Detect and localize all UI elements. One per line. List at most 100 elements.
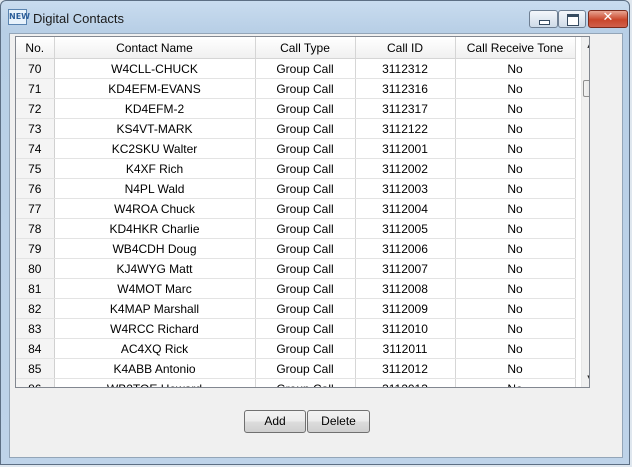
column-header-no[interactable]: No.: [16, 37, 55, 59]
title-bar[interactable]: NEW Digital Contacts ✕: [1, 1, 629, 33]
cell-contact-name[interactable]: KD4EFM-EVANS: [54, 78, 256, 99]
cell-call-id[interactable]: 3112008: [355, 278, 456, 299]
cell-call-type[interactable]: Group Call: [255, 378, 356, 387]
cell-contact-name[interactable]: W4MOT Marc: [54, 278, 256, 299]
table-row[interactable]: 73 KS4VT-MARK Group Call 3112122 No: [16, 118, 576, 139]
cell-call-id[interactable]: 3112004: [355, 198, 456, 219]
cell-contact-name[interactable]: WB4CDH Doug: [54, 238, 256, 259]
delete-button[interactable]: Delete: [307, 410, 370, 433]
cell-call-type[interactable]: Group Call: [255, 358, 356, 379]
column-header-contact-name[interactable]: Contact Name: [54, 37, 256, 59]
cell-contact-name[interactable]: KS4VT-MARK: [54, 118, 256, 139]
table-row[interactable]: 80 KJ4WYG Matt Group Call 3112007 No: [16, 258, 576, 279]
cell-contact-name[interactable]: W4ROA Chuck: [54, 198, 256, 219]
minimize-button[interactable]: [529, 10, 558, 28]
cell-call-type[interactable]: Group Call: [255, 98, 356, 119]
cell-call-receive-tone[interactable]: No: [455, 278, 576, 299]
cell-contact-name[interactable]: AC4XQ Rick: [54, 338, 256, 359]
cell-call-receive-tone[interactable]: No: [455, 258, 576, 279]
cell-call-id[interactable]: 3112312: [355, 58, 456, 79]
cell-call-id[interactable]: 3112010: [355, 318, 456, 339]
cell-no[interactable]: 83: [16, 318, 55, 339]
table-row[interactable]: 84 AC4XQ Rick Group Call 3112011 No: [16, 338, 576, 359]
cell-call-id[interactable]: 3112001: [355, 138, 456, 159]
cell-call-type[interactable]: Group Call: [255, 278, 356, 299]
cell-call-receive-tone[interactable]: No: [455, 178, 576, 199]
cell-no[interactable]: 80: [16, 258, 55, 279]
cell-contact-name[interactable]: KD4HKR Charlie: [54, 218, 256, 239]
cell-no[interactable]: 70: [16, 58, 55, 79]
table-row[interactable]: 86WB2TOE HowardGroup Call3112013No: [16, 378, 576, 387]
cell-call-type[interactable]: Group Call: [255, 198, 356, 219]
cell-contact-name[interactable]: K4XF Rich: [54, 158, 256, 179]
cell-call-type[interactable]: Group Call: [255, 298, 356, 319]
table-row[interactable]: 83 W4RCC Richard Group Call 3112010 No: [16, 318, 576, 339]
cell-call-id[interactable]: 3112007: [355, 258, 456, 279]
cell-call-receive-tone[interactable]: No: [455, 78, 576, 99]
column-header-call-id[interactable]: Call ID: [355, 37, 456, 59]
cell-contact-name[interactable]: KC2SKU Walter: [54, 138, 256, 159]
cell-contact-name[interactable]: W4CLL-CHUCK: [54, 58, 256, 79]
table-row[interactable]: 70 W4CLL-CHUCK Group Call 3112312 No: [16, 58, 576, 79]
table-row[interactable]: 77 W4ROA Chuck Group Call 3112004 No: [16, 198, 576, 219]
cell-no[interactable]: 71: [16, 78, 55, 99]
cell-call-receive-tone[interactable]: No: [455, 358, 576, 379]
column-header-call-receive-tone[interactable]: Call Receive Tone: [455, 37, 576, 59]
cell-call-receive-tone[interactable]: No: [455, 58, 576, 79]
add-button[interactable]: Add: [244, 410, 306, 433]
contacts-grid[interactable]: No. Contact Name Call Type Call ID Call …: [15, 36, 590, 388]
cell-contact-name[interactable]: N4PL Wald: [54, 178, 256, 199]
cell-no[interactable]: 72: [16, 98, 55, 119]
cell-call-type[interactable]: Group Call: [255, 78, 356, 99]
cell-call-receive-tone[interactable]: No: [455, 378, 576, 387]
cell-call-id[interactable]: 3112317: [355, 98, 456, 119]
cell-call-type[interactable]: Group Call: [255, 118, 356, 139]
cell-call-receive-tone[interactable]: No: [455, 138, 576, 159]
cell-call-id[interactable]: 3112011: [355, 338, 456, 359]
cell-call-receive-tone[interactable]: No: [455, 118, 576, 139]
cell-no[interactable]: 82: [16, 298, 55, 319]
cell-call-id[interactable]: 3112005: [355, 218, 456, 239]
arrow-up-icon[interactable]: ▲: [582, 37, 589, 54]
scrollbar-thumb[interactable]: [583, 80, 589, 97]
cell-no[interactable]: 74: [16, 138, 55, 159]
cell-call-type[interactable]: Group Call: [255, 318, 356, 339]
table-row[interactable]: 78 KD4HKR Charlie Group Call 3112005 No: [16, 218, 576, 239]
cell-call-receive-tone[interactable]: No: [455, 298, 576, 319]
close-button[interactable]: ✕: [588, 10, 628, 28]
cell-call-type[interactable]: Group Call: [255, 138, 356, 159]
cell-contact-name[interactable]: W4RCC Richard: [54, 318, 256, 339]
cell-no[interactable]: 73: [16, 118, 55, 139]
cell-no[interactable]: 84: [16, 338, 55, 359]
cell-call-id[interactable]: 3112316: [355, 78, 456, 99]
table-row[interactable]: 82 K4MAP Marshall Group Call 3112009 No: [16, 298, 576, 319]
cell-call-receive-tone[interactable]: No: [455, 98, 576, 119]
cell-contact-name[interactable]: KJ4WYG Matt: [54, 258, 256, 279]
cell-contact-name[interactable]: K4ABB Antonio: [54, 358, 256, 379]
cell-call-receive-tone[interactable]: No: [455, 318, 576, 339]
cell-contact-name[interactable]: WB2TOE Howard: [54, 378, 256, 387]
table-row[interactable]: 74 KC2SKU Walter Group Call 3112001 No: [16, 138, 576, 159]
table-row[interactable]: 81 W4MOT Marc Group Call 3112008 No: [16, 278, 576, 299]
cell-no[interactable]: 78: [16, 218, 55, 239]
cell-no[interactable]: 86: [16, 378, 55, 387]
cell-no[interactable]: 85: [16, 358, 55, 379]
table-row[interactable]: 72 KD4EFM-2 Group Call 3112317 No: [16, 98, 576, 119]
cell-no[interactable]: 77: [16, 198, 55, 219]
cell-contact-name[interactable]: K4MAP Marshall: [54, 298, 256, 319]
cell-call-id[interactable]: 3112122: [355, 118, 456, 139]
cell-call-id[interactable]: 3112009: [355, 298, 456, 319]
cell-call-id[interactable]: 3112006: [355, 238, 456, 259]
table-row[interactable]: 71 KD4EFM-EVANS Group Call 3112316 No: [16, 78, 576, 99]
table-row[interactable]: 76 N4PL Wald Group Call 3112003 No: [16, 178, 576, 199]
vertical-scrollbar[interactable]: ▲ ▼: [581, 37, 589, 387]
cell-call-type[interactable]: Group Call: [255, 338, 356, 359]
cell-call-receive-tone[interactable]: No: [455, 338, 576, 359]
cell-call-type[interactable]: Group Call: [255, 178, 356, 199]
cell-call-id[interactable]: 3112013: [355, 378, 456, 387]
cell-call-type[interactable]: Group Call: [255, 258, 356, 279]
cell-contact-name[interactable]: KD4EFM-2: [54, 98, 256, 119]
cell-call-id[interactable]: 3112012: [355, 358, 456, 379]
table-row[interactable]: 85 K4ABB Antonio Group Call 3112012 No: [16, 358, 576, 379]
cell-call-type[interactable]: Group Call: [255, 158, 356, 179]
